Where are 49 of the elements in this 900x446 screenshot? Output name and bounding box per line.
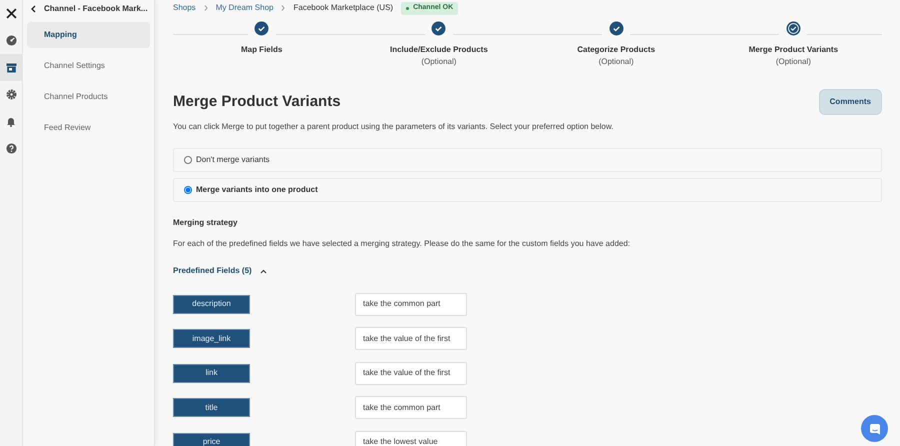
close-icon[interactable] <box>6 8 16 19</box>
store-icon[interactable] <box>6 62 16 72</box>
step-sublabel: (Optional) <box>420 56 458 68</box>
step-sublabel: (Optional) <box>774 56 812 68</box>
field-name-label: price <box>173 432 250 446</box>
step-sublabel: (Optional) <box>598 56 635 68</box>
intro-text: You can click Merge to put together a parent product using the parameters of its variants. Select your preferred option below. <box>173 121 614 133</box>
comments-button[interactable]: Comments <box>818 89 882 115</box>
settings-icon[interactable] <box>6 89 16 100</box>
step-label: Include/Exclude Products <box>388 44 489 56</box>
help-icon[interactable] <box>6 143 16 154</box>
step-label: Categorize Products <box>576 44 656 56</box>
gauge-icon[interactable] <box>6 35 16 46</box>
chat-button[interactable] <box>861 415 888 442</box>
strategy-field[interactable]: take the value of the first <box>355 327 467 350</box>
breadcrumb-link[interactable]: My Dream Shop <box>216 2 274 14</box>
chat-icon <box>868 422 880 434</box>
strategy-field[interactable]: take the common part <box>355 292 467 316</box>
radio-label: Merge variants into one product <box>196 184 318 196</box>
breadcrumb-link[interactable]: Shops <box>173 2 196 14</box>
sidebar-item[interactable]: Mapping <box>27 22 150 48</box>
step-label: Merge Product Variants <box>748 44 840 56</box>
sidebar-item[interactable]: Channel Settings <box>27 53 150 79</box>
sidebar-item[interactable]: Channel Products <box>27 84 150 110</box>
page-title: Merge Product Variants <box>173 93 341 111</box>
field-name-label: link <box>173 364 250 383</box>
bell-icon[interactable] <box>6 116 16 127</box>
field-name-label: image_link <box>173 329 250 348</box>
breadcrumb-separator-icon <box>281 5 286 12</box>
strategy-field[interactable]: take the common part <box>355 396 467 420</box>
radio-button[interactable] <box>184 186 192 194</box>
strategy-field[interactable]: take the value of the first <box>355 362 467 385</box>
section-text: For each of the predefined fields we have selected a merging strategy. Please do the same for the custom fields you have added: <box>173 238 632 250</box>
breadcrumb-current: Facebook Marketplace (US) <box>293 2 394 14</box>
predefined-fields-toggle[interactable]: Predefined Fields (5) <box>173 265 252 277</box>
sidebar-item[interactable]: Feed Review <box>27 115 150 141</box>
option-card[interactable]: Merge variants into one product <box>173 178 882 202</box>
section-title: Merging strategy <box>173 217 238 229</box>
radio-button[interactable] <box>184 156 192 164</box>
option-card[interactable]: Don't merge variants <box>173 148 882 172</box>
breadcrumb-separator-icon <box>204 5 208 12</box>
chevron-icon[interactable] <box>260 268 267 274</box>
strategy-field[interactable]: take the lowest value <box>355 430 467 446</box>
step-label: Map Fields <box>240 44 284 56</box>
sidebar-title: Channel - Facebook Mark... <box>44 2 148 14</box>
back-icon[interactable] <box>31 4 36 12</box>
field-name-label: description <box>173 294 250 314</box>
field-name-label: title <box>173 398 250 418</box>
radio-label: Don't merge variants <box>196 154 270 166</box>
